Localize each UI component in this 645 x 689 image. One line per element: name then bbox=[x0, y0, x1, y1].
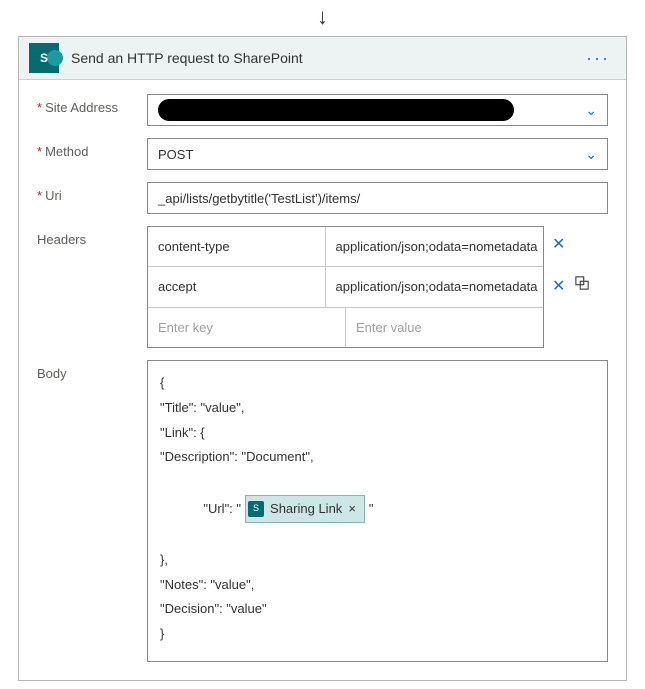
header-key[interactable]: accept bbox=[148, 267, 326, 306]
row-uri: Uri _api/lists/getbytitle('TestList')/it… bbox=[37, 182, 608, 214]
row-body: Body { "Title": "value", "Link": { "Desc… bbox=[37, 360, 608, 662]
headers-table: content-type application/json;odata=nome… bbox=[147, 226, 544, 348]
row-headers: Headers content-type application/json;od… bbox=[37, 226, 608, 348]
uri-input[interactable]: _api/lists/getbytitle('TestList')/items/ bbox=[147, 182, 608, 214]
method-select[interactable]: POST ⌄ bbox=[147, 138, 608, 170]
method-value: POST bbox=[158, 147, 577, 162]
switch-mode-icon[interactable] bbox=[575, 276, 589, 293]
card-title: Send an HTTP request to SharePoint bbox=[71, 50, 580, 66]
flow-arrow: ↓ bbox=[0, 0, 645, 36]
action-card: S Send an HTTP request to SharePoint ···… bbox=[18, 36, 627, 681]
header-value[interactable]: application/json;odata=nometadata bbox=[326, 227, 544, 266]
dynamic-token-sharing-link[interactable]: S Sharing Link× bbox=[245, 495, 365, 524]
remove-token-button[interactable]: × bbox=[348, 497, 356, 522]
header-value-placeholder[interactable]: Enter value bbox=[346, 308, 543, 347]
token-label: Sharing Link bbox=[270, 497, 342, 522]
header-row-empty: Enter key Enter value bbox=[148, 307, 543, 347]
label-uri: Uri bbox=[37, 182, 147, 214]
body-input[interactable]: { "Title": "value", "Link": { "Descripti… bbox=[147, 360, 608, 662]
body-url-line: "Url": "SSharing Link×" bbox=[160, 470, 595, 548]
label-method: Method bbox=[37, 138, 147, 170]
row-site-address: Site Address ⌄ bbox=[37, 94, 608, 126]
header-value[interactable]: application/json;odata=nometadata bbox=[326, 267, 544, 306]
remove-header-button[interactable]: ✕ bbox=[552, 234, 565, 254]
card-body: Site Address ⌄ Method POST ⌄ Uri bbox=[19, 80, 626, 680]
site-address-select[interactable]: ⌄ bbox=[147, 94, 608, 126]
card-header[interactable]: S Send an HTTP request to SharePoint ··· bbox=[19, 37, 626, 80]
site-address-value-redacted bbox=[158, 99, 514, 121]
card-menu-button[interactable]: ··· bbox=[580, 48, 616, 69]
label-site-address: Site Address bbox=[37, 94, 147, 126]
row-method: Method POST ⌄ bbox=[37, 138, 608, 170]
header-row: content-type application/json;odata=nome… bbox=[148, 227, 543, 266]
header-row: accept application/json;odata=nometadata bbox=[148, 266, 543, 306]
header-key-placeholder[interactable]: Enter key bbox=[148, 308, 346, 347]
sharepoint-icon: S bbox=[29, 43, 59, 73]
sharepoint-icon: S bbox=[248, 501, 264, 517]
chevron-down-icon[interactable]: ⌄ bbox=[577, 146, 597, 163]
arrow-down-icon: ↓ bbox=[317, 4, 328, 30]
chevron-down-icon[interactable]: ⌄ bbox=[577, 102, 597, 119]
remove-header-button[interactable]: ✕ bbox=[552, 276, 565, 296]
label-headers: Headers bbox=[37, 226, 147, 348]
header-key[interactable]: content-type bbox=[148, 227, 326, 266]
uri-value: _api/lists/getbytitle('TestList')/items/ bbox=[158, 191, 360, 206]
label-body: Body bbox=[37, 360, 147, 662]
